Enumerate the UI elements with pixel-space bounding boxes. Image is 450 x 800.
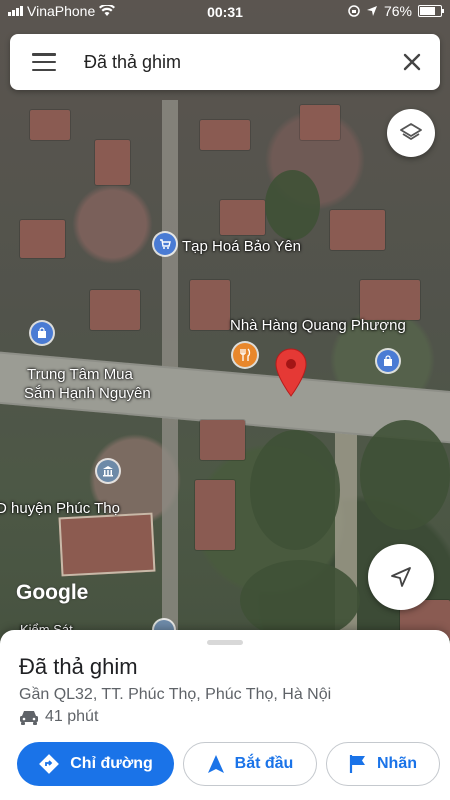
- map-building: [200, 420, 245, 460]
- restaurant-icon[interactable]: [233, 343, 257, 367]
- directions-label: Chỉ đường: [70, 755, 153, 772]
- label-button[interactable]: Nhãn: [326, 742, 440, 786]
- place-title: Đã thả ghim: [19, 654, 138, 679]
- map-building: [330, 210, 385, 250]
- navigation-arrow-icon: [207, 755, 224, 773]
- layers-button[interactable]: [387, 109, 435, 157]
- map-label-district[interactable]: D huyện Phúc Thọ: [0, 500, 120, 517]
- place-address: Gần QL32, TT. Phúc Thọ, Phúc Thọ, Hà Nội: [19, 686, 332, 703]
- map-vegetation: [265, 170, 320, 240]
- search-bar[interactable]: Đã thả ghim: [10, 34, 440, 90]
- map-building: [190, 280, 230, 330]
- battery-percent: 76%: [383, 3, 412, 19]
- map-label-mall-line1[interactable]: Trung Tâm Mua: [27, 366, 133, 383]
- map-vegetation: [240, 560, 360, 640]
- place-bottom-sheet[interactable]: Đã thả ghim Gần QL32, TT. Phúc Thọ, Phúc…: [0, 630, 450, 800]
- map-vegetation: [250, 430, 340, 550]
- location-arrow-icon: [366, 6, 377, 16]
- status-bar: VinaPhone 00:31 76%: [0, 0, 450, 24]
- map-building: [220, 200, 265, 235]
- map-building: [30, 110, 70, 140]
- map-label-mall-line2[interactable]: Sắm Hạnh Nguyên: [24, 385, 151, 402]
- drive-time: 41 phút: [19, 708, 98, 726]
- map-building: [200, 120, 250, 150]
- map-building-compound: [58, 512, 156, 577]
- start-button[interactable]: Bắt đầu: [183, 742, 317, 786]
- map-building: [90, 290, 140, 330]
- map-building: [360, 280, 420, 320]
- map-label-restaurant[interactable]: Nhà Hàng Quang Phượng: [230, 317, 406, 334]
- sheet-drag-handle[interactable]: [207, 640, 243, 645]
- government-building-icon[interactable]: [97, 460, 119, 482]
- flag-icon: [349, 755, 365, 773]
- shopping-bag-icon[interactable]: [377, 350, 399, 372]
- map-building: [20, 220, 65, 258]
- dropped-pin-icon[interactable]: [274, 348, 308, 398]
- menu-icon[interactable]: [32, 53, 56, 71]
- navigation-arrow-icon: [391, 567, 411, 587]
- map-building: [95, 140, 130, 185]
- my-location-button[interactable]: [368, 544, 434, 610]
- status-right: 76%: [348, 3, 444, 19]
- start-label: Bắt đầu: [234, 755, 294, 772]
- map-label-shop[interactable]: Tạp Hoá Bảo Yên: [182, 238, 301, 255]
- close-icon[interactable]: [390, 40, 434, 84]
- lock-rotation-icon: [348, 5, 360, 17]
- label-label: Nhãn: [377, 755, 417, 772]
- drive-time-value: 41 phút: [45, 708, 99, 725]
- shopping-cart-icon[interactable]: [154, 233, 176, 255]
- car-icon: [20, 711, 38, 725]
- google-logo: Google: [16, 581, 89, 604]
- search-title[interactable]: Đã thả ghim: [84, 52, 390, 73]
- shopping-bag-icon[interactable]: [31, 322, 53, 344]
- map-vegetation: [360, 420, 450, 530]
- map-building: [300, 105, 340, 140]
- layers-icon: [400, 123, 422, 140]
- battery-icon: [418, 5, 444, 17]
- map-building: [195, 480, 235, 550]
- directions-button[interactable]: Chỉ đường: [17, 742, 174, 786]
- directions-icon: [39, 754, 60, 774]
